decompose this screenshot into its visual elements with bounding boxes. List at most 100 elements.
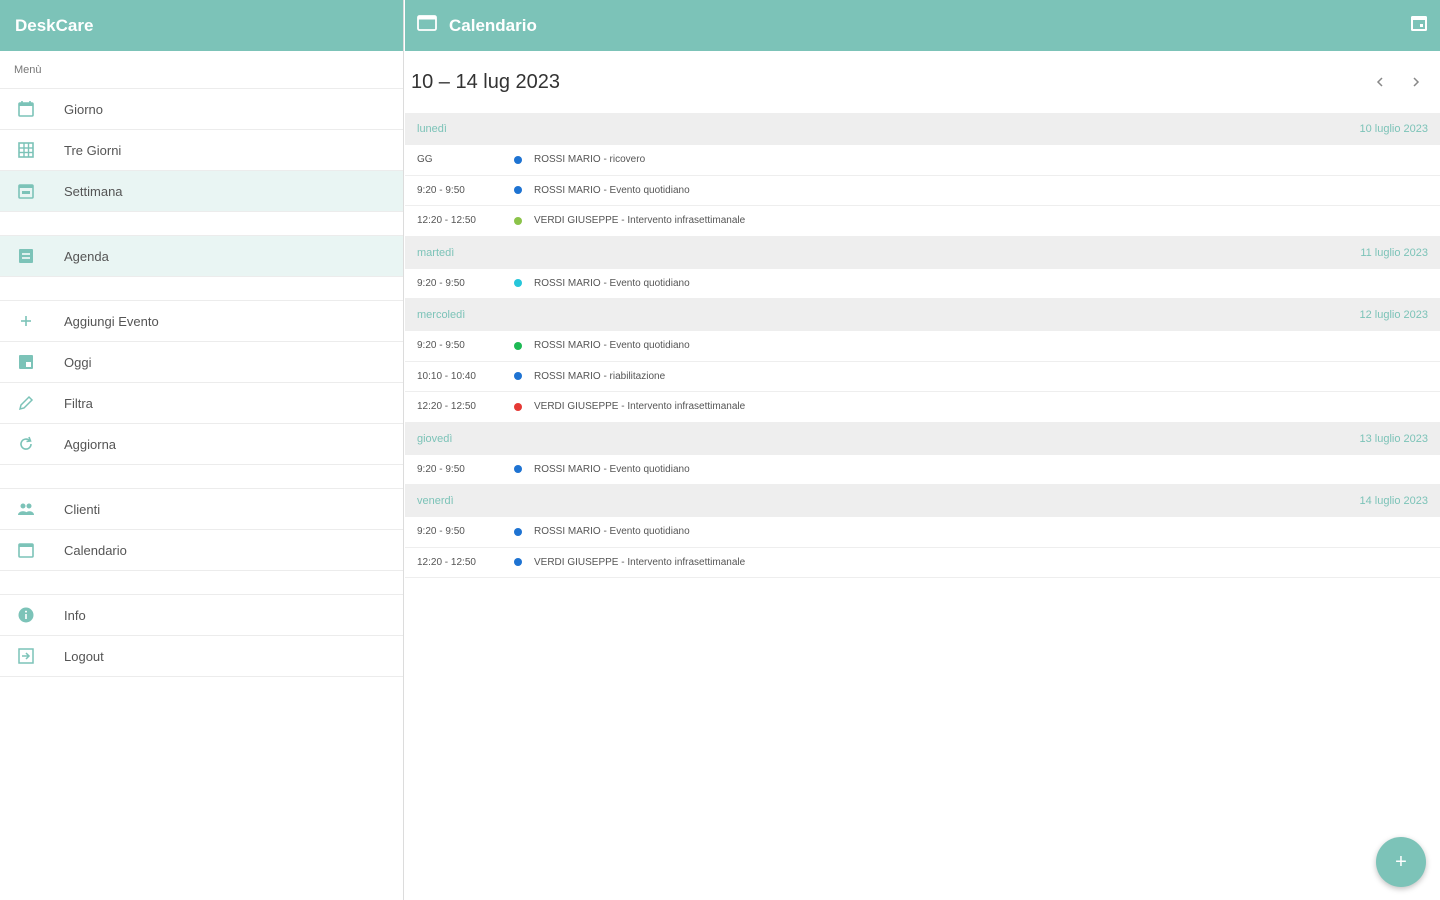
event-time: 9:20 - 9:50 (417, 184, 465, 196)
event-color-dot (514, 186, 522, 195)
divider (0, 571, 403, 595)
event-color-dot (514, 216, 522, 225)
day-weekday: lunedì (417, 123, 447, 135)
event-time: 12:20 - 12:50 (417, 215, 476, 227)
sidebar-item-label: Aggiungi Evento (64, 313, 159, 329)
divider (0, 465, 403, 489)
next-week-button[interactable] (1398, 64, 1434, 100)
today-icon (0, 353, 64, 371)
people-icon (0, 500, 64, 518)
pencil-icon (0, 394, 64, 412)
sidebar-item-calendario[interactable]: Calendario (0, 530, 403, 571)
day-weekday: venerdì (417, 495, 454, 507)
range-toolbar: 10 – 14 lug 2023 (405, 51, 1440, 113)
sidebar-item-label: Filtra (64, 395, 93, 411)
event-row[interactable]: 9:20 - 9:50 ROSSI MARIO - Evento quotidia… (405, 517, 1440, 548)
day-header: martedì 11 luglio 2023 (405, 236, 1440, 269)
event-row[interactable]: 10:10 - 10:40 ROSSI MARIO - riabilitazion… (405, 362, 1440, 392)
sidebar-item-label: Oggi (64, 354, 92, 370)
event-row[interactable]: 12:20 - 12:50 VERDI GIUSEPPE - Intervento… (405, 206, 1440, 237)
event-description: ROSSI MARIO - Evento quotidiano (534, 526, 690, 538)
main-panel: Calendario 10 – 14 lug 2023 lunedì 10 lug… (405, 0, 1440, 900)
today-calendar-icon[interactable] (1410, 14, 1428, 37)
event-row[interactable]: 9:20 - 9:50 ROSSI MARIO - Evento quotidia… (405, 455, 1440, 485)
event-row[interactable]: 9:20 - 9:50 ROSSI MARIO - Evento quotidia… (405, 331, 1440, 362)
event-row[interactable]: GG ROSSI MARIO - ricovero (405, 145, 1440, 176)
event-row[interactable]: 9:20 - 9:50 ROSSI MARIO - Evento quotidia… (405, 176, 1440, 206)
logout-icon (0, 647, 64, 665)
divider (0, 212, 403, 236)
event-color-dot (514, 341, 522, 350)
sidebar-item-info[interactable]: Info (0, 595, 403, 636)
day-date: 13 luglio 2023 (1359, 432, 1428, 445)
day-header: giovedì 13 luglio 2023 (405, 422, 1440, 455)
sidebar-item-label: Logout (64, 648, 104, 664)
plus-icon: + (1395, 850, 1407, 873)
day-date: 11 luglio 2023 (1360, 246, 1428, 259)
info-icon (0, 606, 64, 624)
plus-icon (0, 312, 64, 330)
event-time: 9:20 - 9:50 (417, 526, 465, 538)
add-event-fab[interactable]: + (1376, 837, 1426, 887)
sidebar-item-label: Calendario (64, 542, 127, 558)
sidebar-item-label: Agenda (64, 248, 109, 264)
event-color-dot (514, 527, 522, 536)
sidebar-item-aggiungi-evento[interactable]: Aggiungi Evento (0, 301, 403, 342)
sidebar-item-tre-giorni[interactable]: Tre Giorni (0, 130, 403, 171)
top-app-bar: Calendario (405, 0, 1440, 51)
event-color-dot (514, 465, 522, 474)
day-weekday: giovedì (417, 432, 453, 445)
event-description: ROSSI MARIO - Evento quotidiano (534, 340, 690, 352)
event-color-dot (514, 402, 522, 411)
sidebar-item-label: Giorno (64, 101, 104, 117)
event-time: 12:20 - 12:50 (417, 401, 476, 413)
prev-week-button[interactable] (1362, 64, 1398, 100)
sidebar-item-settimana[interactable]: Settimana (0, 171, 403, 212)
event-time: 10:10 - 10:40 (417, 370, 476, 382)
day-header: mercoledì 12 luglio 2023 (405, 299, 1440, 331)
event-color-dot (514, 372, 522, 381)
event-time: GG (417, 154, 433, 166)
event-color-dot (514, 558, 522, 567)
sidebar-item-label: Settimana (64, 183, 123, 199)
day-weekday: martedì (417, 246, 455, 259)
grid-icon (0, 141, 64, 159)
sidebar-item-logout[interactable]: Logout (0, 636, 403, 677)
event-time: 12:20 - 12:50 (417, 556, 476, 568)
event-description: ROSSI MARIO - Evento quotidiano (534, 463, 690, 475)
sidebar-item-giorno[interactable]: Giorno (0, 89, 403, 130)
event-row[interactable]: 12:20 - 12:50 VERDI GIUSEPPE - Intervento… (405, 392, 1440, 423)
day-date: 14 luglio 2023 (1359, 495, 1428, 507)
sidebar-item-filtra[interactable]: Filtra (0, 383, 403, 424)
sidebar-item-label: Tre Giorni (64, 142, 122, 158)
event-color-dot (514, 279, 522, 288)
divider (0, 277, 403, 301)
day-date: 12 luglio 2023 (1359, 309, 1428, 321)
agenda-icon (0, 247, 64, 265)
event-description: VERDI GIUSEPPE - Intervento infrasettima… (534, 556, 746, 568)
sidebar-item-label: Info (64, 607, 86, 623)
agenda-list: lunedì 10 luglio 2023 GG ROSSI MARIO - rico… (405, 113, 1440, 578)
calendar-day-icon (0, 100, 64, 118)
date-range: 10 – 14 lug 2023 (411, 70, 561, 93)
sidebar-item-label: Clienti (64, 501, 101, 517)
calendar-week-icon (0, 182, 64, 200)
sidebar-item-aggiorna[interactable]: Aggiorna (0, 424, 403, 465)
event-description: ROSSI MARIO - riabilitazione (534, 370, 666, 382)
event-description: ROSSI MARIO - Evento quotidiano (534, 277, 690, 289)
event-description: VERDI GIUSEPPE - Intervento infrasettima… (534, 401, 746, 413)
event-row[interactable]: 12:20 - 12:50 VERDI GIUSEPPE - Intervento… (405, 548, 1440, 578)
app-window: DeskCare Menù Giorno Tre Giorni Settiman… (0, 0, 1440, 900)
day-header: lunedì 10 luglio 2023 (405, 113, 1440, 145)
page-title: Calendario (449, 15, 537, 35)
event-description: VERDI GIUSEPPE - Intervento infrasettima… (534, 215, 746, 227)
sidebar-item-clienti[interactable]: Clienti (0, 489, 403, 530)
event-description: ROSSI MARIO - Evento quotidiano (534, 184, 690, 196)
event-row[interactable]: 9:20 - 9:50 ROSSI MARIO - Evento quotidia… (405, 269, 1440, 299)
sidebar-item-oggi[interactable]: Oggi (0, 342, 403, 383)
day-weekday: mercoledì (417, 309, 466, 321)
sidebar-item-agenda[interactable]: Agenda (0, 236, 403, 277)
event-description: ROSSI MARIO - ricovero (534, 154, 646, 166)
sidebar: DeskCare Menù Giorno Tre Giorni Settiman… (0, 0, 404, 900)
refresh-icon (0, 435, 64, 453)
